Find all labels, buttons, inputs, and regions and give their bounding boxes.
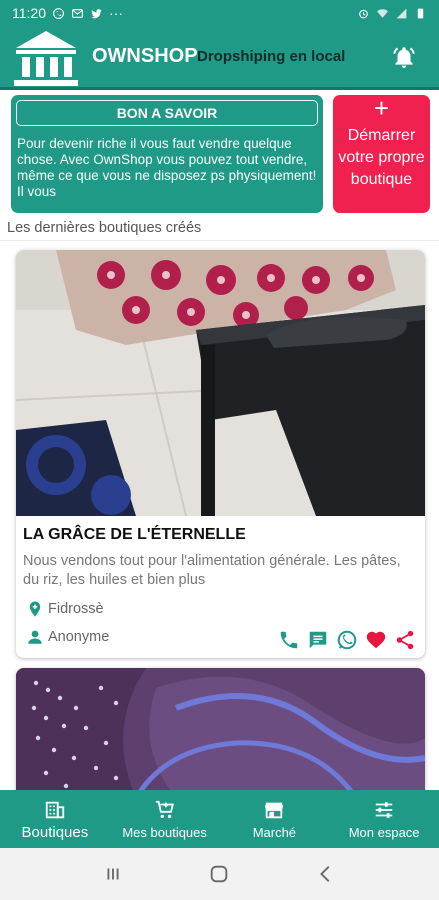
notification-bell-icon[interactable] bbox=[391, 44, 417, 70]
alarm-icon bbox=[359, 9, 368, 18]
shop-photo bbox=[16, 668, 425, 798]
twitter-status-icon bbox=[91, 8, 102, 18]
status-bar: 11:20 ··· bbox=[0, 0, 439, 26]
nav-item-mes-boutiques[interactable]: Mes boutiques bbox=[110, 790, 220, 848]
store-icon bbox=[45, 801, 65, 819]
nav-item-marche[interactable]: Marché bbox=[220, 790, 330, 848]
latest-shops-heading: Les dernières boutiques créés bbox=[7, 220, 202, 236]
bank-logo-icon bbox=[14, 31, 78, 86]
app-tagline: Dropshiping en local bbox=[197, 48, 346, 65]
nav-label-mes-boutiques: Mes boutiques bbox=[122, 825, 207, 840]
home-icon[interactable] bbox=[208, 863, 230, 885]
section-divider bbox=[0, 240, 439, 241]
plus-icon: + bbox=[373, 93, 390, 123]
mail-status-icon bbox=[72, 8, 83, 18]
share-icon[interactable] bbox=[394, 629, 416, 651]
nav-label-marche: Marché bbox=[252, 825, 297, 840]
whatsapp-status-icon bbox=[53, 7, 64, 19]
status-left: 11:20 ··· bbox=[12, 5, 123, 21]
nav-label-mon-espace: Mon espace bbox=[348, 825, 420, 840]
shop-description: Nous vendons tout pour l'alimentation gé… bbox=[23, 553, 401, 588]
battery-icon bbox=[417, 8, 424, 18]
nav-item-mon-espace[interactable]: Mon espace bbox=[329, 790, 439, 848]
signal-icon bbox=[396, 8, 407, 18]
good-to-know-text: Pour devenir riche il vous faut vendre q… bbox=[17, 136, 317, 199]
person-icon bbox=[28, 630, 42, 644]
recent-apps-icon[interactable] bbox=[102, 863, 124, 885]
shop-location-text: Fidrossè bbox=[48, 601, 104, 617]
nav-item-boutiques[interactable]: Boutiques bbox=[0, 790, 110, 848]
add-cart-icon bbox=[155, 800, 174, 819]
sliders-icon bbox=[375, 802, 393, 818]
shop-card[interactable] bbox=[16, 668, 425, 798]
shop-location: Fidrossè bbox=[26, 600, 104, 618]
shop-photo bbox=[16, 250, 425, 516]
message-icon[interactable] bbox=[307, 629, 329, 651]
market-icon bbox=[265, 802, 284, 819]
whatsapp-icon[interactable] bbox=[336, 629, 358, 651]
good-to-know-title: BON A SAVOIR bbox=[16, 100, 318, 126]
status-more-dots: ··· bbox=[109, 5, 123, 21]
location-pin-icon bbox=[29, 601, 41, 617]
shop-owner: Anonyme bbox=[26, 628, 109, 646]
status-time: 11:20 bbox=[12, 5, 46, 21]
app-screen: 11:20 ··· OWNSHOP Dropshiping en local B… bbox=[0, 0, 439, 900]
phone-icon[interactable] bbox=[278, 629, 300, 651]
start-shop-button[interactable]: + Démarrer votre propre boutique bbox=[333, 95, 430, 213]
shop-card[interactable]: LA GRÂCE DE L'ÉTERNELLE Nous vendons tou… bbox=[16, 250, 425, 658]
app-title: OWNSHOP bbox=[92, 45, 198, 67]
shop-name: LA GRÂCE DE L'ÉTERNELLE bbox=[23, 526, 246, 543]
back-icon[interactable] bbox=[315, 863, 337, 885]
bottom-nav: Boutiques Mes boutiques Marché Mon espac… bbox=[0, 790, 439, 848]
good-to-know-card: BON A SAVOIR Pour devenir riche il vous … bbox=[11, 95, 323, 213]
nav-label-boutiques: Boutiques bbox=[21, 824, 89, 841]
shop-owner-text: Anonyme bbox=[48, 629, 110, 645]
app-bar: OWNSHOP Dropshiping en local bbox=[0, 26, 439, 90]
shop-actions bbox=[278, 629, 416, 651]
wifi-icon bbox=[377, 8, 388, 18]
status-right bbox=[357, 7, 427, 20]
heart-icon[interactable] bbox=[365, 629, 387, 651]
system-nav-bar bbox=[0, 848, 439, 900]
start-shop-label: Démarrer votre propre boutique bbox=[338, 127, 425, 188]
